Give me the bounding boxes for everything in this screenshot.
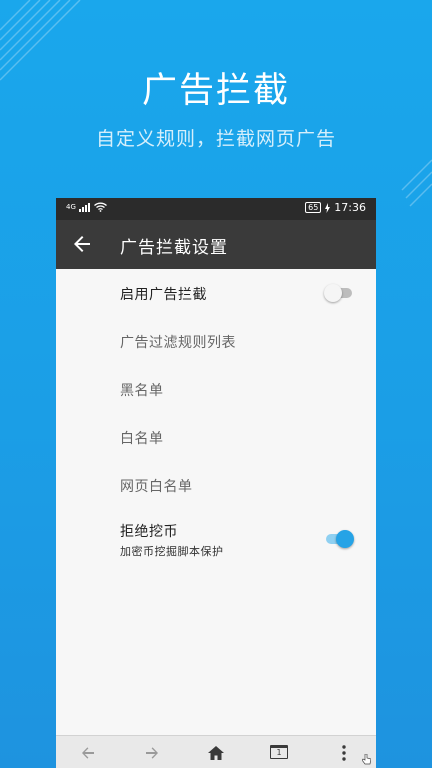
tabs-icon[interactable]: 1	[270, 745, 288, 759]
cursor-icon	[362, 754, 371, 765]
wifi-icon	[93, 202, 107, 212]
app-bar: 广告拦截设置	[56, 220, 376, 269]
back-icon[interactable]	[78, 743, 98, 763]
charging-icon	[325, 202, 331, 213]
arrow-left-icon[interactable]	[70, 232, 94, 256]
menu-icon[interactable]	[334, 743, 354, 763]
status-right: 65 17:36	[305, 201, 366, 214]
setting-sublabel: 加密币挖掘脚本保护	[120, 545, 224, 558]
promo-headline: 广告拦截	[141, 71, 290, 111]
setting-label: 黑名单	[120, 383, 164, 399]
status-time: 17:36	[334, 201, 366, 214]
setting-whitelist[interactable]: 白名单	[56, 413, 376, 461]
block-mining-toggle[interactable]	[324, 529, 354, 549]
status-bar: 4G 65 17:36	[56, 198, 376, 220]
battery-indicator: 65	[305, 202, 322, 213]
setting-label: 白名单	[120, 431, 164, 447]
tab-count: 1	[276, 748, 282, 757]
setting-enable-adblock[interactable]: 启用广告拦截	[56, 269, 376, 317]
settings-list: 启用广告拦截 广告过滤规则列表 黑名单 白名单 网页白名单 拒绝挖币 加密币挖掘…	[56, 269, 376, 571]
browser-bottom-bar: 1	[56, 735, 376, 768]
toggle-thumb	[324, 284, 342, 302]
enable-adblock-toggle[interactable]	[324, 283, 354, 303]
setting-page-whitelist[interactable]: 网页白名单	[56, 461, 376, 509]
toggle-thumb	[336, 530, 354, 548]
setting-block-mining[interactable]: 拒绝挖币 加密币挖掘脚本保护	[56, 509, 376, 571]
signal-icon	[78, 203, 90, 212]
setting-blacklist[interactable]: 黑名单	[56, 365, 376, 413]
phone-screen: 4G 65 17:36 广告拦截设置 启用广告拦截 广告过滤规则列表 黑名单 白…	[56, 198, 376, 768]
status-left: 4G	[66, 202, 107, 212]
promo-subline: 自定义规则，拦截网页广告	[95, 128, 336, 150]
page-title: 广告拦截设置	[120, 238, 228, 258]
home-icon[interactable]	[206, 743, 226, 763]
signal-label: 4G	[66, 203, 76, 211]
setting-label: 拒绝挖币	[120, 524, 178, 540]
setting-label: 启用广告拦截	[120, 287, 207, 303]
setting-label: 广告过滤规则列表	[120, 335, 236, 351]
decorative-stripes-right	[401, 159, 432, 207]
setting-filter-rules[interactable]: 广告过滤规则列表	[56, 317, 376, 365]
setting-label: 网页白名单	[120, 479, 193, 495]
forward-icon[interactable]	[142, 743, 162, 763]
